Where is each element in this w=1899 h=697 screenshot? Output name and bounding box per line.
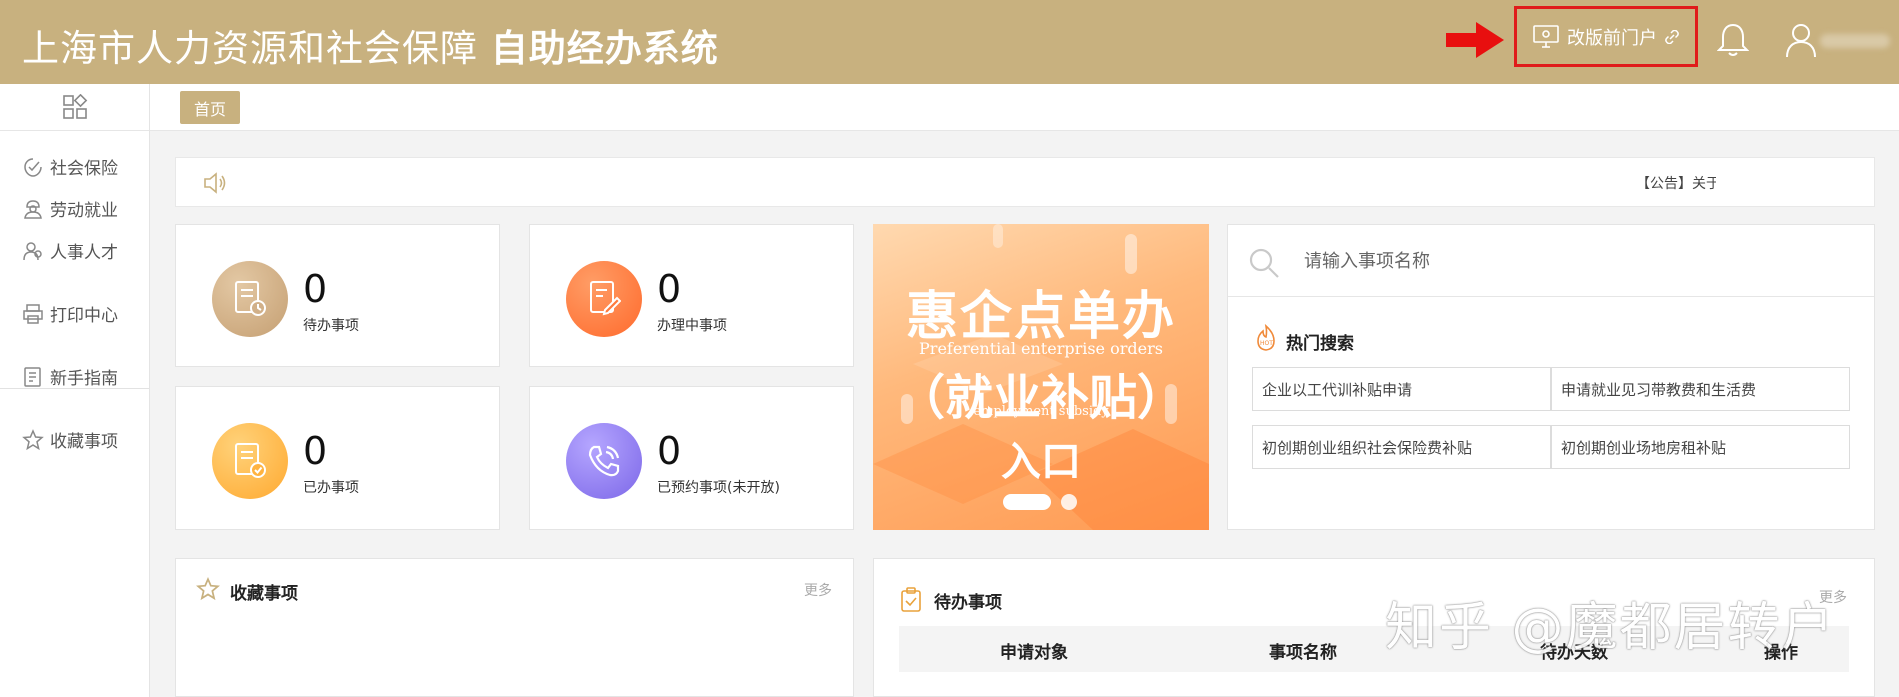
appointment-label: 已预约事项(未开放) [657,480,780,496]
todo-count: 0 [303,267,328,311]
banner-subtitle-en: employment subsidy [973,404,1109,419]
zhihu-watermark: 知乎 @魔都居转户 [1385,598,1836,658]
bell-icon[interactable] [1717,22,1749,58]
top-header: 上海市人力资源和社会保障 自助经办系统 改版前门户 [0,0,1899,84]
todo-label: 待办事项 [303,318,359,334]
hot-search-title: 热门搜索 [1286,334,1354,354]
tab-home[interactable]: 首页 [180,91,240,124]
search-icon[interactable] [1248,247,1280,279]
speaker-icon [204,172,226,194]
system-title-org: 上海市人力资源和社会保障 [22,27,478,70]
search-row [1228,225,1874,297]
sidebar-item-print-center[interactable]: 打印中心 [22,301,118,326]
link-icon [1665,29,1679,44]
search-panel: HOT 热门搜索 企业以工代训补贴申请 申请就业见习带教费和生活费 初创期创业组… [1227,224,1875,530]
favorites-panel: 收藏事项 更多 [175,558,854,697]
banner-title: 惠企点单办 [905,286,1176,347]
done-doc-icon [212,423,288,499]
sidebar-item-label: 社会保险 [50,159,118,179]
done-label: 已办事项 [303,480,359,496]
promo-banner[interactable]: 惠企点单办 Preferential enterprise orders （就业… [873,224,1209,530]
stat-card-in-progress[interactable]: 0 办理中事项 [529,224,854,367]
in-progress-count: 0 [657,267,682,311]
done-count: 0 [303,429,328,473]
sidebar-divider [0,388,149,389]
user-avatar-icon[interactable] [1785,22,1817,58]
phone-icon [566,423,642,499]
sidebar-item-favorites[interactable]: 收藏事项 [22,427,118,452]
clipboard-check-icon [901,587,921,612]
sidebar-item-label: 劳动就业 [50,201,118,221]
banner-title-en: Preferential enterprise orders [919,339,1163,358]
sidebar-toggle[interactable] [0,84,149,131]
carousel-dot-active[interactable] [1003,494,1051,510]
sidebar-item-beginner-guide[interactable]: 新手指南 [22,364,118,389]
sidebar-item-social-insurance[interactable]: 社会保险 [22,154,118,179]
column-header: 申请对象 [1000,643,1068,663]
in-progress-label: 办理中事项 [657,318,727,334]
sidebar-item-label: 人事人才 [50,243,118,263]
sidebar-item-personnel[interactable]: 人事人才 [22,238,118,263]
todo-title: 待办事项 [934,593,1002,613]
social-insurance-icon [24,157,42,177]
hot-fire-icon: HOT [1257,324,1275,351]
stat-card-done[interactable]: 0 已办事项 [175,386,500,530]
stat-card-todo[interactable]: 0 待办事项 [175,224,500,367]
worker-icon [24,199,42,219]
app-grid-icon [62,94,87,119]
old-portal-button[interactable]: 改版前门户 [1514,6,1698,67]
stat-card-appointment[interactable]: 0 已预约事项(未开放) [529,386,854,530]
guide-icon [24,366,41,387]
edit-doc-icon [566,261,642,337]
announcement-text[interactable]: 【公告】关于 [1636,173,1716,193]
hot-search-item[interactable]: 申请就业见习带教费和生活费 [1551,367,1850,411]
sidebar-item-label: 收藏事项 [50,432,118,452]
hot-search-item[interactable]: 初创期创业场地房租补贴 [1551,425,1850,469]
column-header: 事项名称 [1269,643,1337,663]
hot-search-item[interactable]: 初创期创业组织社会保险费补贴 [1252,425,1551,469]
printer-icon [23,303,43,324]
todo-doc-icon [212,261,288,337]
favorites-title: 收藏事项 [230,584,298,604]
system-title: 上海市人力资源和社会保障 自助经办系统 [22,18,719,72]
tab-bar: 首页 [150,84,1899,131]
star-icon [196,577,220,601]
search-input[interactable] [1304,243,1844,279]
appointment-count: 0 [657,429,682,473]
sidebar-item-label: 打印中心 [50,306,118,326]
sidebar-item-label: 新手指南 [50,369,118,389]
system-title-name: 自助经办系统 [490,27,719,70]
hot-search-item[interactable]: 企业以工代训补贴申请 [1252,367,1551,411]
monitor-icon [1533,24,1559,48]
favorites-more-link[interactable]: 更多 [804,580,832,600]
star-icon [22,428,44,450]
red-arrow-icon [1446,22,1504,58]
people-icon [23,241,42,260]
user-name-blurred[interactable] [1820,34,1890,48]
carousel-dot[interactable] [1061,494,1077,510]
banner-entry: 入口 [1001,438,1081,485]
svg-text:HOT: HOT [1260,340,1273,347]
announcement-bar: 【公告】关于 [175,157,1875,207]
sidebar-item-labor-employment[interactable]: 劳动就业 [22,196,118,221]
old-portal-label: 改版前门户 [1567,27,1657,49]
